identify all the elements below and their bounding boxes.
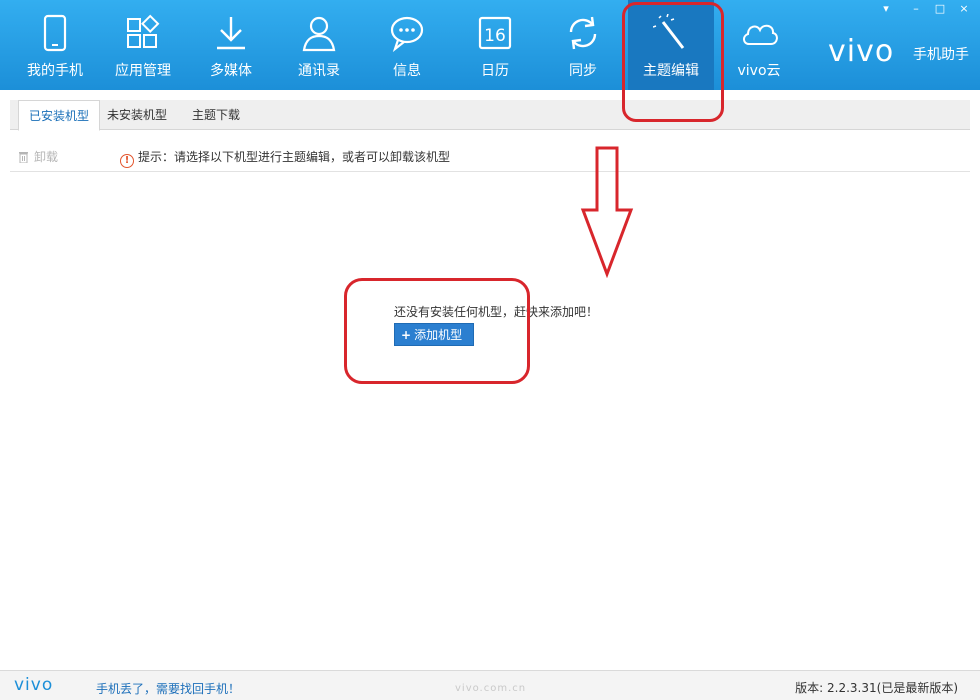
annotation-highlight-theme-editor — [622, 2, 724, 122]
hint-message: ! 提示：请选择以下机型进行主题编辑，或者可以卸载该机型 — [120, 148, 450, 168]
footer-vivo-logo: vivo — [14, 675, 54, 695]
nav-vivo-cloud[interactable]: vivo云 — [716, 0, 802, 90]
nav-label: 通讯录 — [298, 63, 340, 79]
apps-icon — [127, 14, 160, 48]
nav-contacts[interactable]: 通讯录 — [276, 0, 362, 90]
tab-uninstalled-models[interactable]: 未安装机型 — [97, 100, 177, 130]
uninstall-button[interactable]: 卸载 — [18, 148, 58, 165]
nav-label: 日历 — [481, 63, 509, 79]
brand-text: 手机助手 — [913, 47, 969, 63]
status-bar: vivo 手机丢了，需要找回手机！ vivo.com.cn 版本: 2.2.3.… — [0, 670, 980, 700]
nav-label: 应用管理 — [115, 63, 171, 79]
info-icon: ! — [120, 154, 134, 168]
nav-label: 多媒体 — [210, 63, 252, 79]
sync-icon — [569, 16, 597, 50]
minimize-button[interactable]: – — [908, 2, 924, 16]
tab-bar: 已安装机型 未安装机型 主题下载 — [10, 100, 970, 131]
nav-label: 信息 — [393, 63, 421, 79]
calendar-day: 16 — [484, 26, 506, 46]
annotation-highlight-add-button — [344, 278, 530, 384]
nav-app-management[interactable]: 应用管理 — [100, 0, 186, 90]
nav-sync[interactable]: 同步 — [540, 0, 626, 90]
uninstall-label: 卸载 — [34, 150, 59, 164]
download-icon — [217, 17, 245, 50]
phone-icon — [43, 14, 67, 52]
app-header: 我的手机 应用管理 多媒体 通讯录 信息 16 日历 同步 主题编辑 vivo云… — [0, 0, 980, 90]
cloud-icon — [743, 24, 778, 45]
nav-calendar[interactable]: 16 日历 — [452, 0, 538, 90]
nav-my-phone[interactable]: 我的手机 — [12, 0, 98, 90]
vivo-logo: vivo — [828, 34, 895, 69]
contact-icon — [302, 16, 336, 52]
menu-dropdown-button[interactable]: ▾ — [878, 2, 894, 16]
annotation-down-arrow-icon — [580, 146, 634, 278]
nav-label: vivo云 — [737, 63, 781, 79]
watermark: vivo.com.cn — [455, 683, 527, 694]
toolbar: 卸载 ! 提示：请选择以下机型进行主题编辑，或者可以卸载该机型 — [10, 140, 970, 172]
tab-installed-models[interactable]: 已安装机型 — [18, 100, 101, 131]
version-info: 版本: 2.2.3.31(已是最新版本) — [795, 681, 958, 695]
nav-label: 同步 — [569, 63, 597, 79]
maximize-button[interactable]: □ — [932, 2, 948, 16]
trash-icon — [19, 152, 28, 163]
find-phone-link[interactable]: 手机丢了，需要找回手机！ — [96, 680, 240, 697]
calendar-icon: 16 — [478, 16, 512, 50]
message-icon — [390, 16, 424, 52]
tab-theme-download[interactable]: 主题下载 — [182, 100, 250, 130]
nav-multimedia[interactable]: 多媒体 — [188, 0, 274, 90]
close-button[interactable]: × — [956, 2, 972, 16]
hint-text: 提示：请选择以下机型进行主题编辑，或者可以卸载该机型 — [138, 150, 451, 164]
nav-messages[interactable]: 信息 — [364, 0, 450, 90]
nav-label: 我的手机 — [27, 63, 83, 79]
